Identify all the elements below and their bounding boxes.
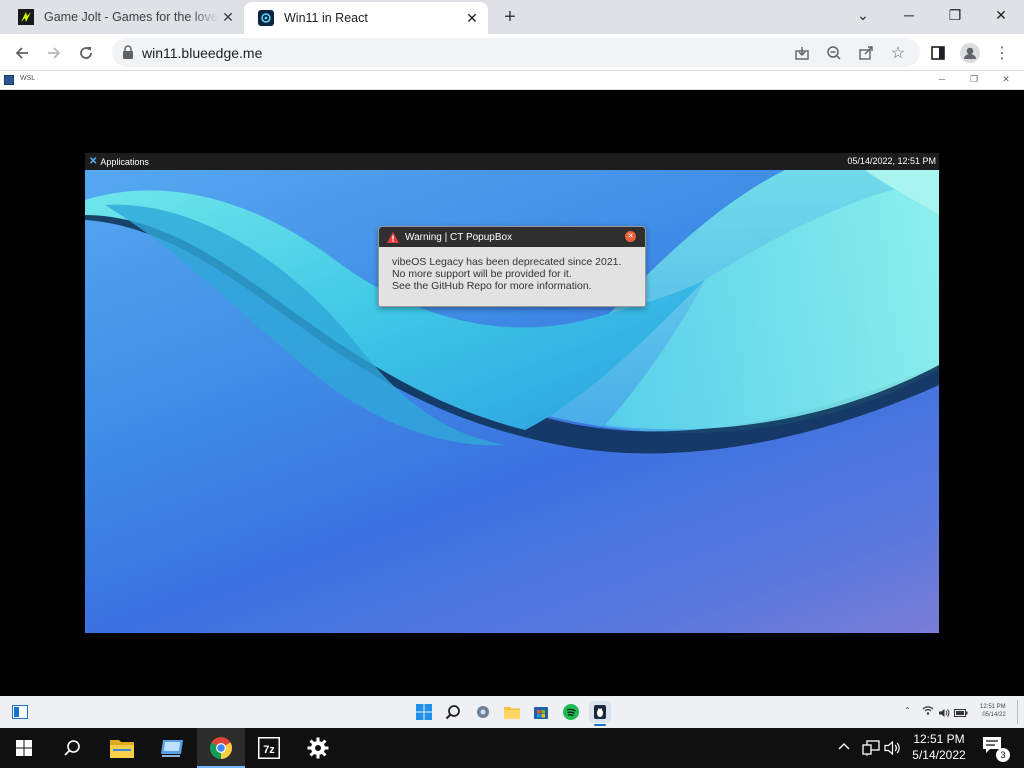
network-icon[interactable] (862, 740, 880, 761)
close-window-button[interactable]: ✕ (978, 0, 1024, 30)
wsl-maximize-button[interactable]: ❐ (967, 74, 981, 85)
wsl-minimize-button[interactable]: ─ (935, 74, 949, 84)
xfce-logo-icon: ✕ (89, 156, 98, 167)
win11-wifi-icon[interactable] (922, 705, 934, 717)
back-arrow-icon[interactable] (9, 40, 35, 66)
browser-tab-strip: Game Jolt - Games for the love of ✕ Win1… (0, 0, 1024, 34)
side-panel-icon[interactable] (925, 40, 951, 66)
host-taskbar: 7z 12:51 PM 5/14/2022 3 (0, 728, 1024, 768)
warning-icon (387, 231, 399, 243)
new-tab-button[interactable]: + (498, 5, 522, 29)
win11-file-explorer-icon[interactable] (503, 703, 521, 721)
popup-line: See the GitHub Repo for more information… (392, 280, 592, 292)
kebab-menu-icon[interactable]: ⋮ (989, 40, 1015, 66)
lock-icon[interactable] (122, 45, 134, 59)
tab-title: Win11 in React (284, 11, 368, 25)
minimize-button[interactable]: ─ (886, 0, 932, 30)
vibeos-top-panel: ✕ Applications 05/14/2022, 12:51 PM (85, 153, 939, 170)
close-tab-icon[interactable]: ✕ (462, 8, 482, 28)
browser-toolbar: win11.blueedge.me ☆ ⋮ (0, 34, 1024, 71)
win11-react-taskbar: ⌃ 12:51 PM 05/14/22 (0, 696, 1024, 728)
chrome-icon[interactable] (197, 728, 245, 768)
wsl-window-title: WSL (20, 75, 36, 82)
host-clock-date: 5/14/2022 (912, 748, 966, 762)
win11-settings-icon[interactable] (474, 703, 492, 721)
show-hidden-icons-chevron-icon[interactable] (838, 739, 850, 760)
wsl-app-icon (4, 75, 14, 85)
notification-count-badge: 3 (996, 748, 1010, 762)
popup-line: No more support will be provided for it. (392, 268, 572, 280)
file-explorer-icon[interactable] (98, 728, 146, 768)
host-clock[interactable]: 12:51 PM 5/14/2022 (900, 731, 978, 763)
win11-volume-icon[interactable] (938, 705, 950, 723)
game-jolt-favicon (18, 9, 34, 25)
win11-battery-icon[interactable] (954, 705, 968, 723)
win11-clock-time: 12:51 PM (980, 704, 1006, 710)
virtual-machine-icon[interactable] (148, 728, 196, 768)
tab-game-jolt[interactable]: Game Jolt - Games for the love of ✕ (0, 0, 244, 34)
tab-win11-in-react[interactable]: Win11 in React ✕ (244, 2, 488, 34)
svg-text:7z: 7z (263, 744, 275, 756)
react-favicon (258, 10, 274, 26)
win11-clock-date: 05/14/22 (982, 712, 1006, 718)
win11-search-icon[interactable] (444, 703, 462, 721)
bookmark-star-icon[interactable]: ☆ (885, 40, 911, 66)
url-text: win11.blueedge.me (142, 45, 263, 61)
popup-title: Warning | CT PopupBox (405, 231, 513, 243)
7zip-icon[interactable]: 7z (245, 728, 293, 768)
applications-menu[interactable]: ✕ Applications (89, 156, 149, 167)
search-icon[interactable] (48, 728, 96, 768)
wsl-window-titlebar: WSL ─ ❐ ✕ (0, 71, 1024, 90)
win11-wsl-icon[interactable] (589, 701, 611, 723)
popup-line: vibeOS Legacy has been deprecated since … (392, 256, 622, 268)
start-icon[interactable] (0, 728, 48, 768)
win11-clock[interactable]: 12:51 PM 05/14/22 (980, 703, 1006, 719)
host-clock-time: 12:51 PM (913, 732, 965, 746)
win11-start-icon[interactable] (415, 703, 433, 721)
install-app-icon[interactable] (789, 40, 815, 66)
reload-icon[interactable] (73, 40, 99, 66)
wsl-close-button[interactable]: ✕ (999, 74, 1013, 85)
popup-titlebar[interactable]: Warning | CT PopupBox ✕ (379, 227, 645, 247)
popup-close-button[interactable]: ✕ (625, 231, 636, 242)
close-tab-icon[interactable]: ✕ (218, 7, 238, 27)
win11-store-icon[interactable] (532, 703, 550, 721)
win11-show-desktop[interactable] (1017, 700, 1020, 724)
widgets-icon[interactable] (11, 703, 29, 721)
win11-spotify-icon[interactable] (562, 703, 580, 721)
forward-arrow-icon[interactable] (41, 40, 67, 66)
popup-message: vibeOS Legacy has been deprecated since … (379, 247, 645, 292)
vibeos-clock: 05/14/2022, 12:51 PM (847, 156, 936, 166)
profile-avatar-icon[interactable] (957, 40, 983, 66)
share-icon[interactable] (853, 40, 879, 66)
tab-title: Game Jolt - Games for the love of (44, 10, 218, 24)
tab-search-icon[interactable]: ⌄ (840, 0, 886, 30)
settings-icon[interactable] (294, 728, 342, 768)
applications-label: Applications (100, 156, 149, 167)
restore-button[interactable]: ❐ (932, 0, 978, 30)
ct-popup-box: Warning | CT PopupBox ✕ vibeOS Legacy ha… (378, 226, 646, 307)
active-app-indicator (594, 724, 606, 726)
zoom-out-icon[interactable] (821, 40, 847, 66)
action-center-icon[interactable]: 3 (982, 736, 1010, 762)
win11-tray-chevron-icon[interactable]: ⌃ (904, 706, 911, 715)
